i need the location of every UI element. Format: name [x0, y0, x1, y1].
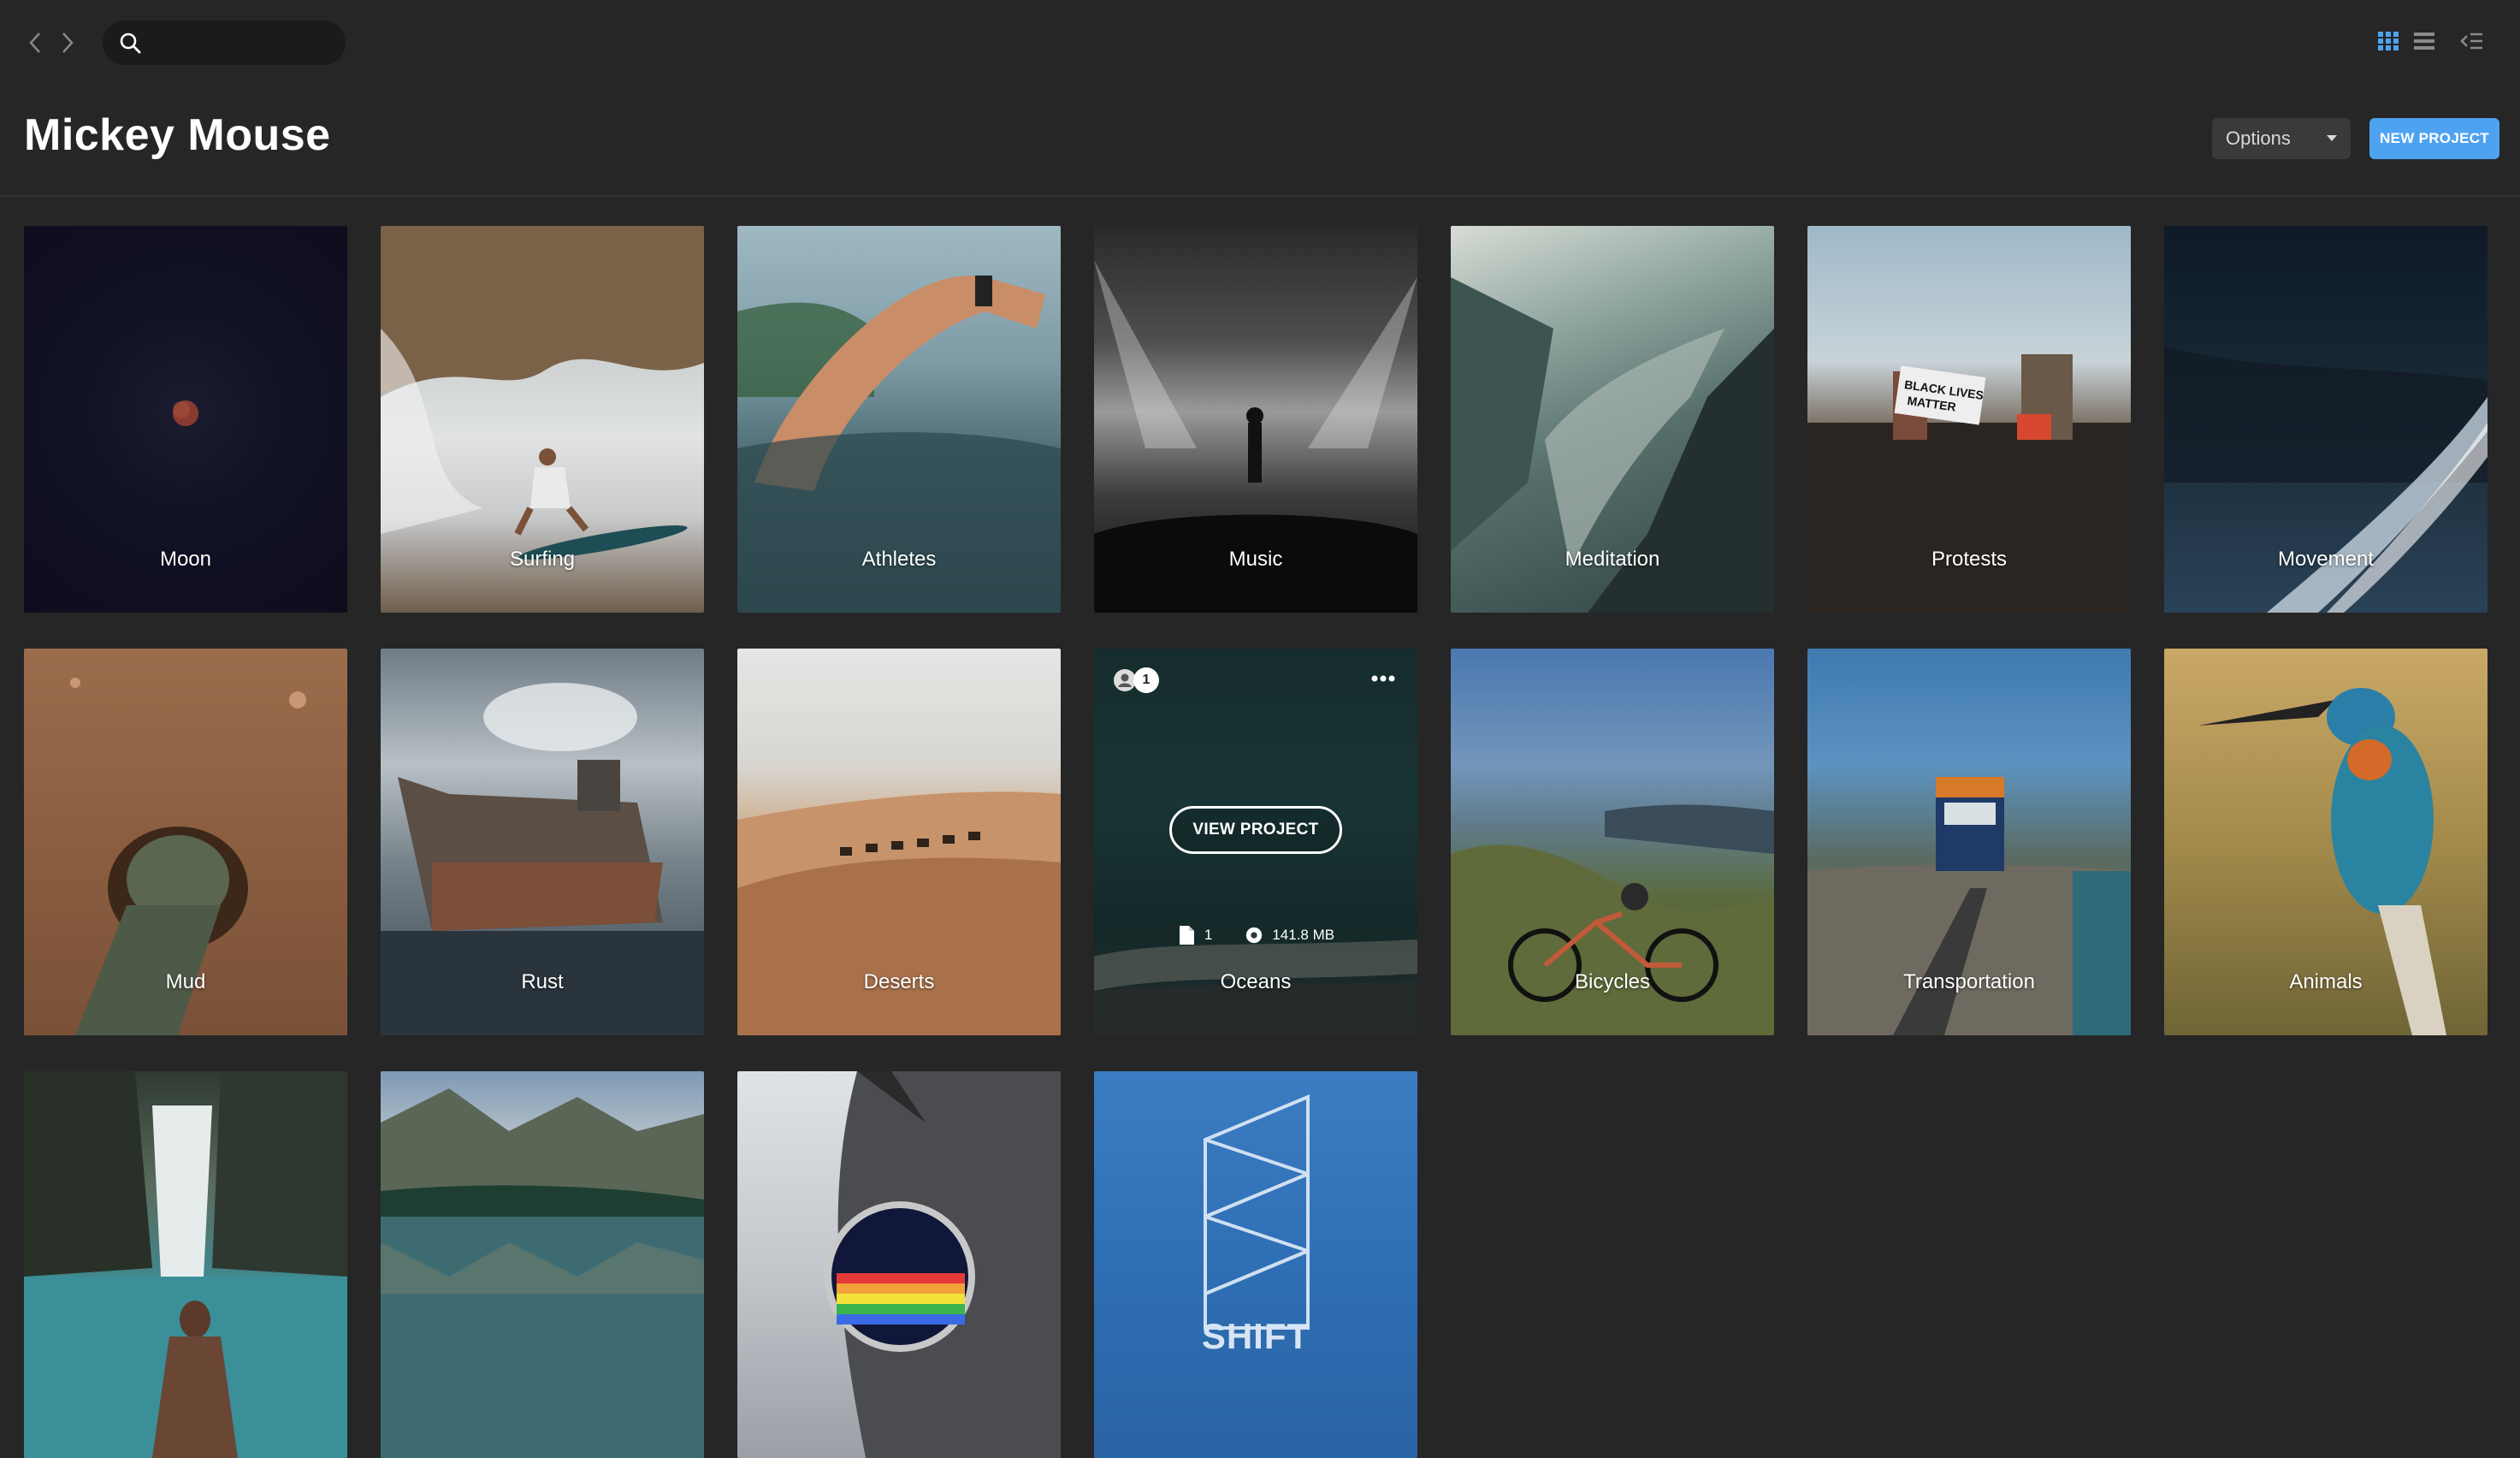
project-card-athletes[interactable]: Athletes: [737, 226, 1061, 613]
project-label: Deserts: [863, 970, 935, 993]
project-card-transportation[interactable]: Transportation: [1807, 649, 2131, 1035]
storage-size: 141.8 MB: [1272, 927, 1335, 943]
project-card-animals[interactable]: Animals: [2164, 649, 2487, 1035]
search-box[interactable]: [103, 21, 346, 65]
project-card-protests[interactable]: BLACK LIVES MATTER Protests: [1807, 226, 2131, 613]
project-card-lake[interactable]: [381, 1071, 704, 1458]
project-stats: 1 141.8 MB: [1094, 922, 1417, 948]
page-title: Mickey Mouse: [24, 110, 331, 160]
cat-thumbnail-graphic: [825, 1071, 1061, 1458]
project-label: Athletes: [861, 548, 937, 571]
more-options-button[interactable]: [1368, 666, 1399, 691]
search-icon: [120, 33, 141, 54]
project-label: Surfing: [509, 548, 576, 571]
project-label: Oceans: [1220, 970, 1292, 993]
collapse-panel-button[interactable]: [2458, 27, 2486, 55]
project-label: Protests: [1931, 548, 2008, 571]
project-label: Transportation: [1903, 970, 2035, 993]
project-card-meditation[interactable]: Meditation: [1451, 226, 1774, 613]
options-label: Options: [2226, 127, 2291, 149]
project-label: Movement: [2277, 548, 2375, 571]
view-mode-switcher: [2375, 27, 2520, 58]
project-card-waterfall[interactable]: [24, 1071, 347, 1458]
project-card-mud[interactable]: Mud: [24, 649, 347, 1035]
shift-logo-graphic: [1204, 1094, 1310, 1330]
lake-thumbnail-graphic: [381, 1088, 704, 1458]
new-project-button[interactable]: NEW PROJECT: [2369, 118, 2499, 159]
chevron-left-icon: [29, 33, 40, 53]
project-label: Mud: [165, 970, 206, 993]
chevron-right-icon: [62, 33, 74, 53]
project-label: Bicycles: [1574, 970, 1651, 993]
project-label: Moon: [159, 548, 212, 571]
options-dropdown[interactable]: Options: [2212, 118, 2351, 159]
more-icon: [1371, 675, 1395, 682]
project-label: Rust: [521, 970, 564, 993]
file-count: 1: [1204, 927, 1213, 943]
waterfall-thumbnail-graphic: [24, 1071, 347, 1458]
grid-view-icon: [2378, 32, 2399, 50]
project-label: Music: [1228, 548, 1283, 571]
moon-thumbnail-graphic: [173, 400, 198, 426]
caret-down-icon: [2327, 135, 2337, 141]
collapse-panel-icon: [2460, 33, 2482, 50]
forward-button[interactable]: [55, 26, 80, 60]
project-card-movement[interactable]: Movement: [2164, 226, 2487, 613]
header-divider: [0, 195, 2520, 197]
shift-logo-text: SHIFT: [1201, 1316, 1310, 1356]
project-card-moon[interactable]: Moon: [24, 226, 347, 613]
project-card-oceans[interactable]: 1 VIEW PROJECT 1 141.8 MB Oceans: [1094, 649, 1417, 1035]
project-card-music[interactable]: Music: [1094, 226, 1417, 613]
storage-icon: [1246, 927, 1263, 944]
search-input[interactable]: [152, 31, 340, 55]
view-project-button[interactable]: VIEW PROJECT: [1169, 806, 1342, 854]
list-view-icon: [2414, 33, 2434, 50]
list-view-button[interactable]: [2411, 27, 2438, 55]
grid-view-button[interactable]: [2375, 27, 2402, 55]
project-card-bicycles[interactable]: Bicycles: [1451, 649, 1774, 1035]
project-label: Animals: [2289, 970, 2363, 993]
member-count-badge: 1: [1133, 667, 1159, 693]
top-bar: [0, 0, 2520, 86]
back-button[interactable]: [22, 26, 48, 60]
project-card-surfing[interactable]: Surfing: [381, 226, 704, 613]
project-card-cat[interactable]: [737, 1071, 1061, 1458]
members-indicator[interactable]: 1: [1113, 666, 1159, 695]
project-card-shift[interactable]: SHIFT: [1094, 1071, 1417, 1458]
file-icon: [1179, 926, 1194, 945]
project-card-rust[interactable]: Rust: [381, 649, 704, 1035]
project-label: Meditation: [1565, 548, 1660, 571]
project-card-deserts[interactable]: Deserts: [737, 649, 1061, 1035]
